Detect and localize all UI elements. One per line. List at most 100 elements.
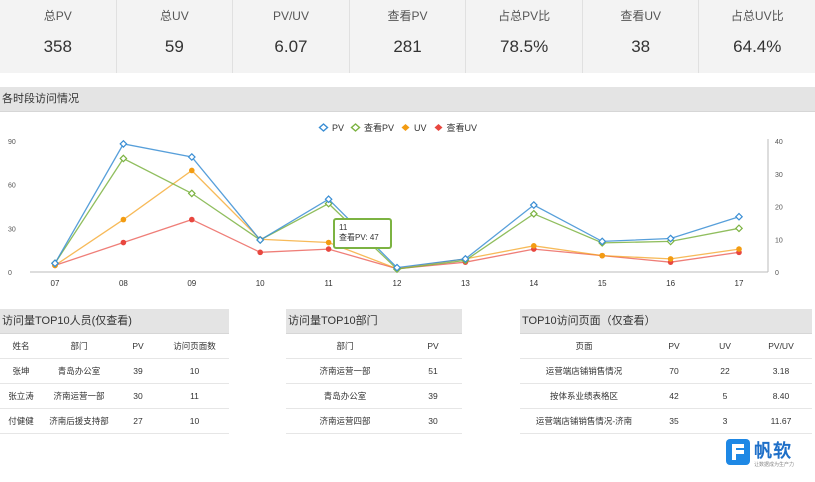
right-y-tick-label: 0 — [775, 270, 779, 277]
data-point — [667, 256, 674, 262]
data-point — [531, 243, 537, 249]
kpi-value: 64.4% — [733, 37, 782, 56]
data-point — [325, 239, 332, 246]
data-point — [734, 224, 744, 233]
data-point — [257, 249, 264, 256]
data-point — [736, 246, 742, 252]
cell: 51 — [404, 358, 462, 384]
data-point — [119, 139, 128, 148]
column-header: 访问页面数 — [160, 334, 229, 359]
cell: 39 — [116, 358, 160, 384]
kpi-pv-per-uv: PV/UV 6.07 — [233, 0, 350, 73]
hourly-visits-line-chart: 0 30 60 90 0 10 20 30 40 07 08 09 10 11 12 13 14 15 16 17 — [8, 139, 783, 288]
tooltip-category: 11 — [339, 223, 348, 232]
top-departments-table: 部门 PV 济南运营一部 51 青岛办公室 39 济南运营四部 30 — [286, 334, 462, 434]
top-pages-title: TOP10访问页面（仅查看） — [520, 309, 812, 334]
x-tick-label: 13 — [461, 279, 470, 288]
top-pages-panel: TOP10访问页面（仅查看） 页面 PV UV PV/UV 运营端店铺销售情况 … — [520, 309, 812, 450]
data-point — [599, 252, 605, 259]
x-tick-label: 16 — [666, 279, 675, 288]
kpi-total-uv: 总UV 59 — [116, 0, 234, 73]
data-point — [120, 239, 127, 246]
cell: 运营端店铺销售情况 — [520, 358, 648, 384]
logo-mark-icon — [726, 439, 750, 465]
column-header: UV — [700, 334, 750, 359]
data-point — [325, 246, 332, 252]
cell: 青岛办公室 — [42, 358, 116, 384]
kpi-value: 59 — [164, 37, 184, 56]
series-line — [54, 143, 740, 269]
data-point — [189, 167, 195, 174]
table-row[interactable]: 济南运营一部 51 — [286, 358, 462, 384]
column-header: 页面 — [520, 334, 648, 359]
top-users-title: 访问量TOP10人员(仅查看) — [0, 309, 229, 334]
kpi-strip: 总PV 358 总UV 59 PV/UV 6.07 查看PV 281 占总PV比… — [0, 0, 815, 73]
column-header: PV — [116, 334, 160, 359]
cell: 8.40 — [750, 383, 812, 409]
x-tick-label: 14 — [529, 279, 538, 288]
top-users-panel: 访问量TOP10人员(仅查看) 姓名 部门 PV 访问页面数 张坤 青岛办公室 … — [0, 309, 229, 450]
x-tick-label: 11 — [324, 279, 333, 288]
right-y-tick-label: 30 — [775, 172, 783, 179]
column-header: 部门 — [42, 334, 116, 359]
series-line — [54, 218, 740, 270]
table-row[interactable]: 付健健 济南后援支持部 27 10 — [0, 408, 229, 434]
kpi-label: 总UV — [160, 9, 189, 23]
cell: 济南运营一部 — [42, 383, 116, 409]
logo-tagline: 让数据成为生产力 — [754, 462, 795, 468]
x-tick-label: 09 — [187, 279, 196, 288]
kpi-total-pv: 总PV 358 — [0, 0, 117, 73]
x-tick-label: 17 — [735, 279, 744, 288]
cell: 30 — [404, 408, 462, 434]
data-point — [119, 154, 128, 163]
top-departments-title: 访问量TOP10部门 — [286, 309, 462, 334]
table-row[interactable]: 张坤 青岛办公室 39 10 — [0, 358, 229, 384]
cell: 10 — [160, 408, 229, 434]
column-header: PV/UV — [750, 334, 812, 359]
kpi-value: 358 — [43, 37, 72, 56]
x-tick-label: 10 — [256, 279, 265, 288]
right-y-tick-label: 10 — [775, 237, 783, 244]
table-row[interactable]: 青岛办公室 39 — [286, 383, 462, 409]
cell: 42 — [648, 383, 700, 409]
column-header: 姓名 — [0, 334, 42, 359]
table-row[interactable]: 济南运营四部 30 — [286, 408, 462, 434]
data-point — [734, 212, 744, 221]
kpi-pv-share: 占总PV比 78.5% — [466, 0, 583, 73]
cell: 张立涛 — [0, 383, 42, 409]
x-tick-label: 12 — [393, 279, 402, 288]
cell: 70 — [648, 358, 700, 384]
kpi-value: 281 — [393, 37, 422, 56]
dashboard: 总PV 358 总UV 59 PV/UV 6.07 查看PV 281 占总PV比… — [0, 0, 815, 482]
kpi-label: 查看UV — [620, 9, 662, 23]
cell: 按体系业绩表格区 — [520, 383, 648, 409]
cell: 10 — [160, 358, 229, 384]
table-row[interactable]: 运营端店铺销售情况-济南 35 3 11.67 — [520, 408, 812, 434]
kpi-label: 总PV — [43, 9, 72, 23]
x-tick-label: 07 — [51, 279, 60, 288]
x-tick-label: 08 — [119, 279, 128, 288]
kpi-label: 占总UV比 — [730, 9, 784, 23]
column-header: PV — [648, 334, 700, 359]
x-tick-label: 15 — [598, 279, 607, 288]
cell: 30 — [116, 383, 160, 409]
table-row[interactable]: 张立涛 济南运营一部 30 11 — [0, 383, 229, 409]
table-header-row: 姓名 部门 PV 访问页面数 — [0, 334, 229, 359]
left-y-tick-label: 30 — [8, 226, 16, 233]
column-header: 部门 — [286, 334, 404, 359]
cell: 35 — [648, 408, 700, 434]
cell: 济南运营一部 — [286, 358, 404, 384]
cell: 张坤 — [0, 358, 42, 384]
top-users-table: 姓名 部门 PV 访问页面数 张坤 青岛办公室 39 10 张立涛 济南运营一部… — [0, 334, 229, 434]
cell: 22 — [700, 358, 750, 384]
chart-tooltip: 11 查看PV: 47 — [333, 218, 392, 249]
logo-name: 帆软 — [754, 441, 792, 461]
table-row[interactable]: 运营端店铺销售情况 70 22 3.18 — [520, 358, 812, 384]
cell: 青岛办公室 — [286, 383, 404, 409]
cell: 39 — [404, 383, 462, 409]
kpi-view-pv: 查看PV 281 — [349, 0, 467, 73]
brand-logo: 帆软 让数据成为生产力 — [722, 435, 812, 475]
top-departments-panel: 访问量TOP10部门 部门 PV 济南运营一部 51 青岛办公室 39 济南运营… — [286, 309, 462, 450]
table-row[interactable]: 按体系业绩表格区 42 5 8.40 — [520, 383, 812, 409]
right-y-tick-label: 20 — [775, 205, 783, 212]
